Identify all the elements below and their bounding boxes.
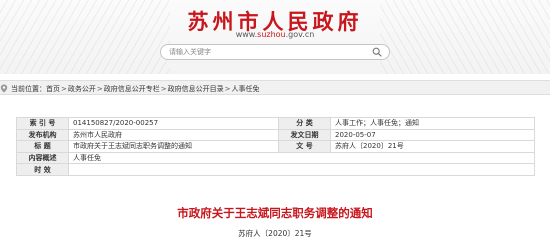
search-input[interactable] [169,46,359,58]
index-number-label: 索 引 号 [16,117,69,130]
breadcrumb-separator: > [224,84,231,93]
issue-date-value: 2020-05-07 [330,128,535,142]
table-row: 标 题 市政府关于王志斌同志职务调整的通知 文 号 苏府人〔2020〕21号 [16,140,535,153]
doc-number-value: 苏府人〔2020〕21号 [330,140,535,153]
title-value: 市政府关于王志斌同志职务调整的通知 [68,140,279,153]
validity-value [68,163,535,176]
location-pin-icon [0,84,8,93]
publisher-label: 发布机构 [16,128,69,142]
site-url-accent: suzhou [257,30,286,39]
table-row: 时 效 [16,163,535,176]
summary-label: 内容概述 [16,151,69,165]
index-number-value: 014150827/2020-00257 [68,117,279,130]
breadcrumb-bar: 当前位置： 首页 > 政务公开 > 政府信息公开专栏 > 政府信息公开目录 > … [0,80,550,95]
document-number: 苏府人〔2020〕21号 [238,229,312,238]
document-metadata-table: 索 引 号 014150827/2020-00257 分 类 人事工作；人事任免… [16,117,535,176]
breadcrumb-info-column[interactable]: 政府信息公开专栏 [104,84,160,94]
table-row: 发布机构 苏州市人民政府 发文日期 2020-05-07 [16,128,535,142]
summary-value: 人事任免 [68,151,535,165]
breadcrumb-personnel[interactable]: 人事任免 [232,84,260,94]
title-label: 标 题 [16,140,69,153]
breadcrumb-gov-affairs[interactable]: 政务公开 [68,84,96,94]
category-label: 分 类 [278,117,331,130]
breadcrumb-separator: > [96,84,103,93]
site-url-suffix: .gov.cn [285,30,315,39]
search-icon[interactable] [372,47,382,57]
breadcrumb-prefix: 当前位置： [11,84,46,93]
search-box[interactable] [160,44,390,60]
validity-label: 时 效 [16,163,69,176]
breadcrumb: 当前位置： 首页 > 政务公开 > 政府信息公开专栏 > 政府信息公开目录 > … [0,83,260,94]
table-row: 索 引 号 014150827/2020-00257 分 类 人事工作；人事任免… [16,117,535,130]
breadcrumb-info-catalog[interactable]: 政府信息公开目录 [168,84,224,94]
category-value: 人事工作；人事任免；通知 [330,117,535,130]
table-row: 内容概述 人事任免 [16,151,535,165]
breadcrumb-home[interactable]: 首页 [46,84,60,94]
breadcrumb-separator: > [160,84,167,93]
breadcrumb-separator: > [61,84,67,93]
publisher-value: 苏州市人民政府 [68,128,279,142]
site-url-prefix: www. [235,30,258,39]
document-title: 市政府关于王志斌同志职务调整的通知 [177,206,373,220]
issue-date-label: 发文日期 [278,128,331,142]
doc-number-label: 文 号 [278,140,331,153]
site-url[interactable]: www.suzhou.gov.cn [0,30,550,39]
site-header: 苏州市人民政府 www.suzhou.gov.cn [0,0,550,74]
